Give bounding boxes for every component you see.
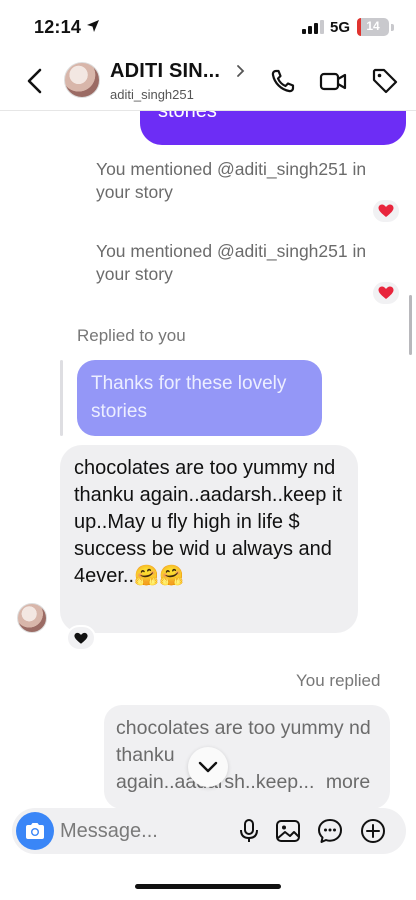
reply-thread-line (60, 360, 63, 436)
status-time: 12:14 (34, 17, 82, 37)
status-bar: 12:14 5G 14 (0, 0, 416, 52)
sent-message-bubble[interactable]: stories (140, 111, 406, 145)
scroll-down-button[interactable] (188, 747, 228, 787)
story-mention-notice: You mentioned @aditi_singh251 in your st… (96, 159, 367, 202)
phone-icon[interactable] (268, 66, 298, 96)
plus-icon[interactable] (360, 818, 386, 844)
back-chevron-icon[interactable] (22, 66, 50, 96)
chat-header: ADITI SIN... aditi_singh251 (0, 52, 416, 110)
you-replied-label: You replied (296, 671, 381, 690)
scrollbar[interactable] (409, 295, 412, 355)
black-heart-reaction-icon[interactable] (66, 625, 96, 651)
home-indicator (135, 884, 281, 889)
battery-tip (391, 24, 394, 31)
message-input[interactable] (60, 816, 230, 846)
received-message-bubble[interactable]: chocolates are too yummy nd thanku again… (60, 445, 358, 633)
chevron-right-icon[interactable] (236, 64, 246, 83)
tag-icon[interactable] (370, 66, 400, 96)
more-link[interactable]: more (326, 771, 370, 793)
message-composer (12, 808, 406, 854)
gallery-icon[interactable] (275, 818, 301, 844)
location-arrow-icon (86, 19, 100, 38)
sent-message-text: stories (158, 111, 217, 122)
sender-avatar[interactable] (17, 603, 47, 633)
contact-avatar[interactable] (64, 62, 100, 98)
signal-bars-icon (302, 20, 324, 39)
camera-button[interactable] (16, 812, 54, 850)
battery-icon: 14 (357, 18, 389, 36)
replied-to-you-label: Replied to you (77, 326, 186, 345)
chevron-down-icon (198, 761, 218, 773)
story-mention-notice: You mentioned @aditi_singh251 in your st… (96, 241, 367, 284)
message-thread[interactable]: stories You mentioned @aditi_singh251 in… (0, 111, 416, 809)
video-camera-icon[interactable] (318, 66, 348, 96)
battery-level: 14 (366, 19, 380, 33)
microphone-icon[interactable] (236, 818, 262, 844)
heart-reaction-icon[interactable] (371, 280, 401, 306)
network-type: 5G (330, 19, 351, 36)
reply-preview-bubble[interactable]: chocolates are too yummy nd thanku again… (104, 705, 390, 809)
heart-reaction-icon[interactable] (371, 198, 401, 224)
contact-name[interactable]: ADITI SIN... (110, 60, 220, 83)
sticker-chat-icon[interactable] (317, 818, 343, 844)
camera-icon (26, 823, 44, 839)
quoted-message[interactable]: Thanks for these lovely stories (77, 360, 322, 436)
contact-username: aditi_singh251 (110, 87, 194, 102)
